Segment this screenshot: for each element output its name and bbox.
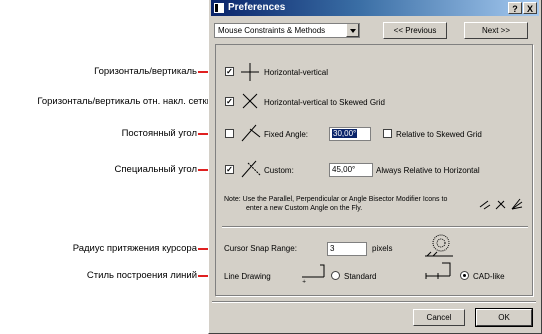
fixed-angle-value: 30,00° bbox=[332, 129, 358, 138]
fixed-angle-icon bbox=[241, 124, 261, 142]
skewed-grid-icon bbox=[242, 93, 258, 109]
close-button[interactable]: X bbox=[523, 2, 537, 14]
title-bar: Preferences ? X bbox=[211, 0, 539, 16]
cad-like-radio-label: CAD-like bbox=[473, 272, 505, 281]
annotation-skewed-grid: Горизонталь/вертикаль отн. накл. сетки bbox=[37, 96, 212, 107]
horizontal-vertical-icon bbox=[241, 63, 259, 81]
skewed-grid-checkbox[interactable]: ✓ bbox=[225, 97, 234, 106]
annotation-custom-angle: Специальный угол bbox=[114, 164, 197, 175]
snap-range-icon bbox=[425, 234, 453, 257]
fixed-angle-label: Fixed Angle: bbox=[264, 130, 309, 139]
line-drawing-label: Line Drawing bbox=[224, 272, 271, 281]
standard-radio-label: Standard bbox=[344, 272, 377, 281]
cancel-button[interactable]: Cancel bbox=[413, 309, 465, 326]
previous-button[interactable]: << Previous bbox=[383, 22, 447, 39]
cad-like-line-icon bbox=[425, 262, 451, 279]
fixed-angle-checkbox[interactable] bbox=[225, 129, 234, 138]
custom-angle-checkbox[interactable]: ✓ bbox=[225, 165, 234, 174]
annotation-fixed-angle: Постоянный угол bbox=[121, 128, 197, 139]
horizontal-vertical-label: Horizontal-vertical bbox=[264, 68, 329, 77]
custom-angle-icon bbox=[241, 160, 261, 178]
category-dropdown[interactable]: Mouse Constraints & Methods bbox=[214, 23, 360, 38]
modifier-icons bbox=[479, 198, 523, 210]
custom-angle-input[interactable]: 45,00° bbox=[329, 163, 373, 177]
app-icon bbox=[214, 3, 224, 13]
always-relative-label: Always Relative to Horizontal bbox=[376, 166, 480, 175]
skewed-grid-label: Horizontal-vertical to Skewed Grid bbox=[264, 98, 385, 107]
cad-like-radio[interactable] bbox=[460, 271, 469, 280]
snap-range-label: Cursor Snap Range: bbox=[224, 244, 297, 253]
category-value: Mouse Constraints & Methods bbox=[218, 26, 326, 35]
note-line-1: Note: Use the Parallel, Perpendicular or… bbox=[224, 196, 448, 203]
chevron-down-icon[interactable] bbox=[346, 24, 359, 37]
footer-separator bbox=[212, 301, 536, 303]
ok-button[interactable]: OK bbox=[475, 308, 533, 327]
fixed-angle-input[interactable]: 30,00° bbox=[329, 127, 371, 141]
relative-skewed-grid-label: Relative to Skewed Grid bbox=[396, 130, 482, 139]
custom-angle-value: 45,00° bbox=[332, 165, 356, 174]
note-line-2: enter a new Custom Angle on the Fly. bbox=[246, 205, 363, 212]
snap-range-input[interactable]: 3 bbox=[327, 242, 367, 256]
custom-angle-label: Custom: bbox=[264, 166, 294, 175]
window-title: Preferences bbox=[228, 2, 286, 13]
annotation-line-drawing: Стиль построения линий bbox=[86, 270, 197, 281]
annotation-snap-range: Радиус притяжения курсора bbox=[72, 243, 197, 254]
help-button[interactable]: ? bbox=[508, 2, 522, 14]
annotation-horizontal-vertical: Горизонталь/вертикаль bbox=[94, 66, 197, 77]
snap-range-value: 3 bbox=[330, 244, 335, 253]
next-button[interactable]: Next >> bbox=[464, 22, 528, 39]
svg-text:+: + bbox=[302, 279, 306, 284]
options-group bbox=[215, 44, 533, 296]
horizontal-vertical-checkbox[interactable]: ✓ bbox=[225, 67, 234, 76]
snap-range-unit: pixels bbox=[372, 244, 393, 253]
standard-line-icon: + bbox=[302, 264, 325, 284]
separator bbox=[222, 226, 528, 228]
relative-skewed-grid-checkbox[interactable] bbox=[383, 129, 392, 138]
standard-radio[interactable] bbox=[331, 271, 340, 280]
